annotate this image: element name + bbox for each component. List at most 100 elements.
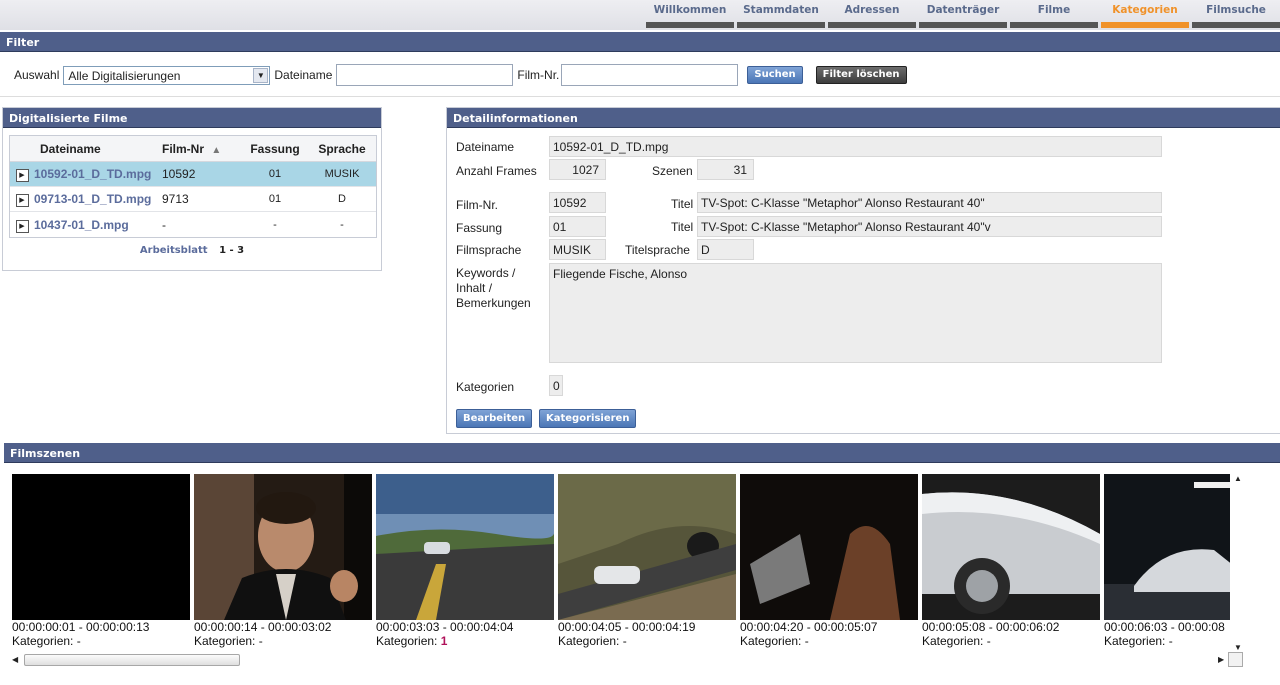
scene-time: 00:00:00:01 - 00:00:00:13 <box>12 620 150 634</box>
table-row[interactable]: ▶ 09713-01_D_TD.mpg 9713 01 D <box>10 187 376 212</box>
scroll-down-icon[interactable]: ▼ <box>1234 643 1242 652</box>
fassung-value: 01 <box>549 216 606 237</box>
titel-label: Titel <box>671 197 694 211</box>
expand-icon[interactable]: ▶ <box>15 219 29 233</box>
row-fassung: 01 <box>268 193 282 205</box>
pager-label[interactable]: Arbeitsblatt <box>140 245 208 256</box>
filmnr-label: Film-Nr. <box>517 68 560 82</box>
dateiname-label: Dateiname <box>274 68 333 82</box>
table-row[interactable]: ▶ 10437-01_D.mpg - - - <box>10 212 376 237</box>
filmsprache-label: Filmsprache <box>456 243 522 257</box>
scroll-corner <box>1228 652 1243 667</box>
scene-kategorien: Kategorien: - <box>12 634 81 648</box>
scene-item[interactable]: 00:00:04:20 - 00:00:05:07 Kategorien: - <box>740 474 918 648</box>
filter-title: Filter <box>0 32 1280 52</box>
row-dateiname[interactable]: 10592-01_D_TD.mpg <box>34 167 162 181</box>
detail-panel: Detailinformationen Dateiname 10592-01_D… <box>446 107 1280 434</box>
nav-item-filmsuche[interactable]: Filmsuche <box>1192 0 1280 28</box>
row-filmnr: - <box>162 217 166 232</box>
nav-item-stammdaten[interactable]: Stammdaten <box>737 0 825 28</box>
keywords-value: Fliegende Fische, Alonso <box>549 263 1162 363</box>
nav-item-adressen[interactable]: Adressen <box>828 0 916 28</box>
scroll-left-icon[interactable]: ◀ <box>12 655 18 664</box>
filmnr-label: Film-Nr. <box>456 198 498 212</box>
films-panel: Digitalisierte Filme Dateiname Film-Nr ▲… <box>2 107 382 271</box>
scene-thumbnail[interactable] <box>740 474 918 620</box>
kategorien-label: Kategorien <box>456 380 515 394</box>
categorize-button[interactable]: Kategorisieren <box>539 409 637 428</box>
row-dateiname[interactable]: 10437-01_D.mpg <box>34 218 162 232</box>
table-row[interactable]: ▶ 10592-01_D_TD.mpg 10592 01 MUSIK <box>10 162 376 187</box>
titelsprache-label: Titelsprache <box>625 243 690 257</box>
row-fassung: 01 <box>268 168 282 180</box>
expand-icon[interactable]: ▶ <box>15 169 29 182</box>
scene-kategorien: Kategorien: 1 <box>376 634 448 648</box>
frames-value: 1027 <box>549 159 606 180</box>
col-sprache[interactable]: Sprache <box>308 142 376 156</box>
scene-kategorien: Kategorien: - <box>922 634 991 648</box>
szenen-label: Szenen <box>652 164 693 178</box>
frames-label: Anzahl Frames <box>456 164 537 178</box>
filmsprache-value: MUSIK <box>549 239 606 260</box>
edit-button[interactable]: Bearbeiten <box>456 409 533 428</box>
scene-kategorien: Kategorien: - <box>558 634 627 648</box>
row-sprache: - <box>340 218 344 231</box>
col-dateiname[interactable]: Dateiname <box>34 142 162 156</box>
scroll-up-icon[interactable]: ▲ <box>1234 474 1242 483</box>
nav-item-willkommen[interactable]: Willkommen <box>646 0 734 28</box>
films-title: Digitalisierte Filme <box>3 108 381 128</box>
chevron-down-icon[interactable]: ▼ <box>253 67 269 83</box>
pager: Arbeitsblatt 1 - 3 <box>3 245 381 256</box>
detail-title: Detailinformationen <box>447 108 1280 128</box>
scene-item[interactable]: 00:00:03:03 - 00:00:04:04 Kategorien: 1 <box>376 474 554 648</box>
scene-item[interactable]: 00:00:04:05 - 00:00:04:19 Kategorien: - <box>558 474 736 648</box>
col-fassung[interactable]: Fassung <box>242 142 308 156</box>
scroll-right-icon[interactable]: ▶ <box>1218 655 1224 664</box>
search-button[interactable]: Suchen <box>747 66 803 84</box>
scene-item[interactable]: 00:00:06:03 - 00:00:08 Kategorien: - <box>1104 474 1230 648</box>
kategorien-value: 0 <box>549 375 563 396</box>
row-filmnr: 10592 <box>162 167 196 181</box>
scene-time: 00:00:05:08 - 00:00:06:02 <box>922 620 1060 634</box>
scene-time: 00:00:04:20 - 00:00:05:07 <box>740 620 878 634</box>
col-filmnr[interactable]: Film-Nr ▲ <box>162 142 242 156</box>
scene-item[interactable]: 00:00:00:01 - 00:00:00:13 Kategorien: - <box>12 474 190 648</box>
scene-thumbnail[interactable] <box>922 474 1100 620</box>
scene-item[interactable]: 00:00:00:14 - 00:00:03:02 Kategorien: - <box>194 474 372 648</box>
nav-item-datentraeger[interactable]: Datenträger <box>919 0 1007 28</box>
expand-icon[interactable]: ▶ <box>15 194 29 207</box>
row-sprache: D <box>338 193 346 205</box>
scene-thumbnail[interactable] <box>376 474 554 620</box>
scene-thumbnail[interactable] <box>12 474 190 620</box>
scene-item[interactable]: 00:00:05:08 - 00:00:06:02 Kategorien: - <box>922 474 1100 648</box>
scene-kategorien: Kategorien: - <box>194 634 263 648</box>
scene-kategorien: Kategorien: - <box>1104 634 1173 648</box>
auswahl-select[interactable]: Alle Digitalisierungen ▼ <box>63 65 271 85</box>
auswahl-label: Auswahl <box>14 68 60 82</box>
titelsprache-value: D <box>697 239 754 260</box>
scenes-title: Filmszenen <box>4 443 1280 463</box>
nav-item-filme[interactable]: Filme <box>1010 0 1098 28</box>
vertical-scrollbar[interactable]: ▲ ▼ <box>1232 474 1243 652</box>
scene-time: 00:00:04:05 - 00:00:04:19 <box>558 620 696 634</box>
clear-filter-button[interactable]: Filter löschen <box>815 66 907 84</box>
scene-thumbnail[interactable] <box>1104 474 1230 620</box>
pager-range: 1 - 3 <box>219 245 245 256</box>
filmnr-input[interactable] <box>561 64 739 86</box>
keywords-label: Keywords / Inhalt / Bemerkungen <box>456 266 531 310</box>
sort-asc-icon: ▲ <box>211 144 222 156</box>
scenes-panel: Filmszenen 00:00:00:01 - 00:00:00:13 Kat… <box>4 443 1280 678</box>
titel-value: TV-Spot: C-Klasse "Metaphor" Alonso Rest… <box>697 192 1162 213</box>
nav-menu: Willkommen Stammdaten Adressen Datenträg… <box>643 0 1280 28</box>
scene-time: 00:00:03:03 - 00:00:04:04 <box>376 620 514 634</box>
scrollbar-thumb[interactable] <box>24 654 240 666</box>
scene-kategorien: Kategorien: - <box>740 634 809 648</box>
scene-thumbnail[interactable] <box>194 474 372 620</box>
nav-item-kategorien[interactable]: Kategorien <box>1101 0 1189 28</box>
scene-time: 00:00:00:14 - 00:00:03:02 <box>194 620 332 634</box>
row-fassung: - <box>273 218 277 231</box>
dateiname-input[interactable] <box>336 64 514 86</box>
row-dateiname[interactable]: 09713-01_D_TD.mpg <box>34 192 162 206</box>
horizontal-scrollbar[interactable]: ◀ ▶ <box>12 652 1243 669</box>
scene-thumbnail[interactable] <box>558 474 736 620</box>
